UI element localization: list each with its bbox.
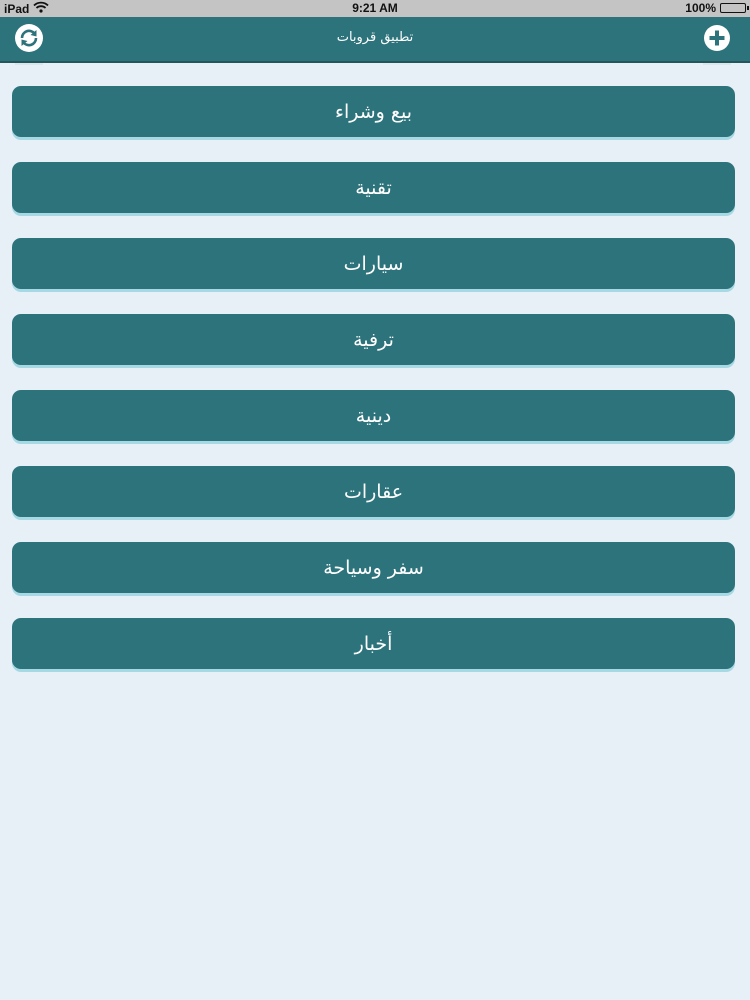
nav-bar: تطبيق قروبات <box>0 17 750 65</box>
category-button-entertainment[interactable]: ترفية <box>12 314 735 365</box>
category-button-religious[interactable]: دينية <box>12 390 735 441</box>
category-list: بيع وشراء تقنية سيارات ترفية دينية عقارا… <box>12 86 735 694</box>
nav-title: تطبيق قروبات <box>336 30 414 45</box>
category-button-technology[interactable]: تقنية <box>12 162 735 213</box>
category-button-travel-tourism[interactable]: سفر وسياحة <box>12 542 735 593</box>
status-right: 100% <box>685 1 749 15</box>
add-icon <box>703 24 731 56</box>
category-button-real-estate[interactable]: عقارات <box>12 466 735 517</box>
status-time: 9:21 AM <box>352 1 398 15</box>
category-button-buy-sell[interactable]: بيع وشراء <box>12 86 735 137</box>
add-button-underline <box>703 63 731 65</box>
category-button-cars[interactable]: سيارات <box>12 238 735 289</box>
category-button-news[interactable]: أخبار <box>12 618 735 669</box>
battery-percent: 100% <box>685 1 716 15</box>
status-bar: iPad 9:21 AM 100% <box>0 0 750 17</box>
add-button[interactable] <box>701 24 733 65</box>
battery-icon <box>720 3 749 13</box>
refresh-button-underline <box>15 63 43 65</box>
